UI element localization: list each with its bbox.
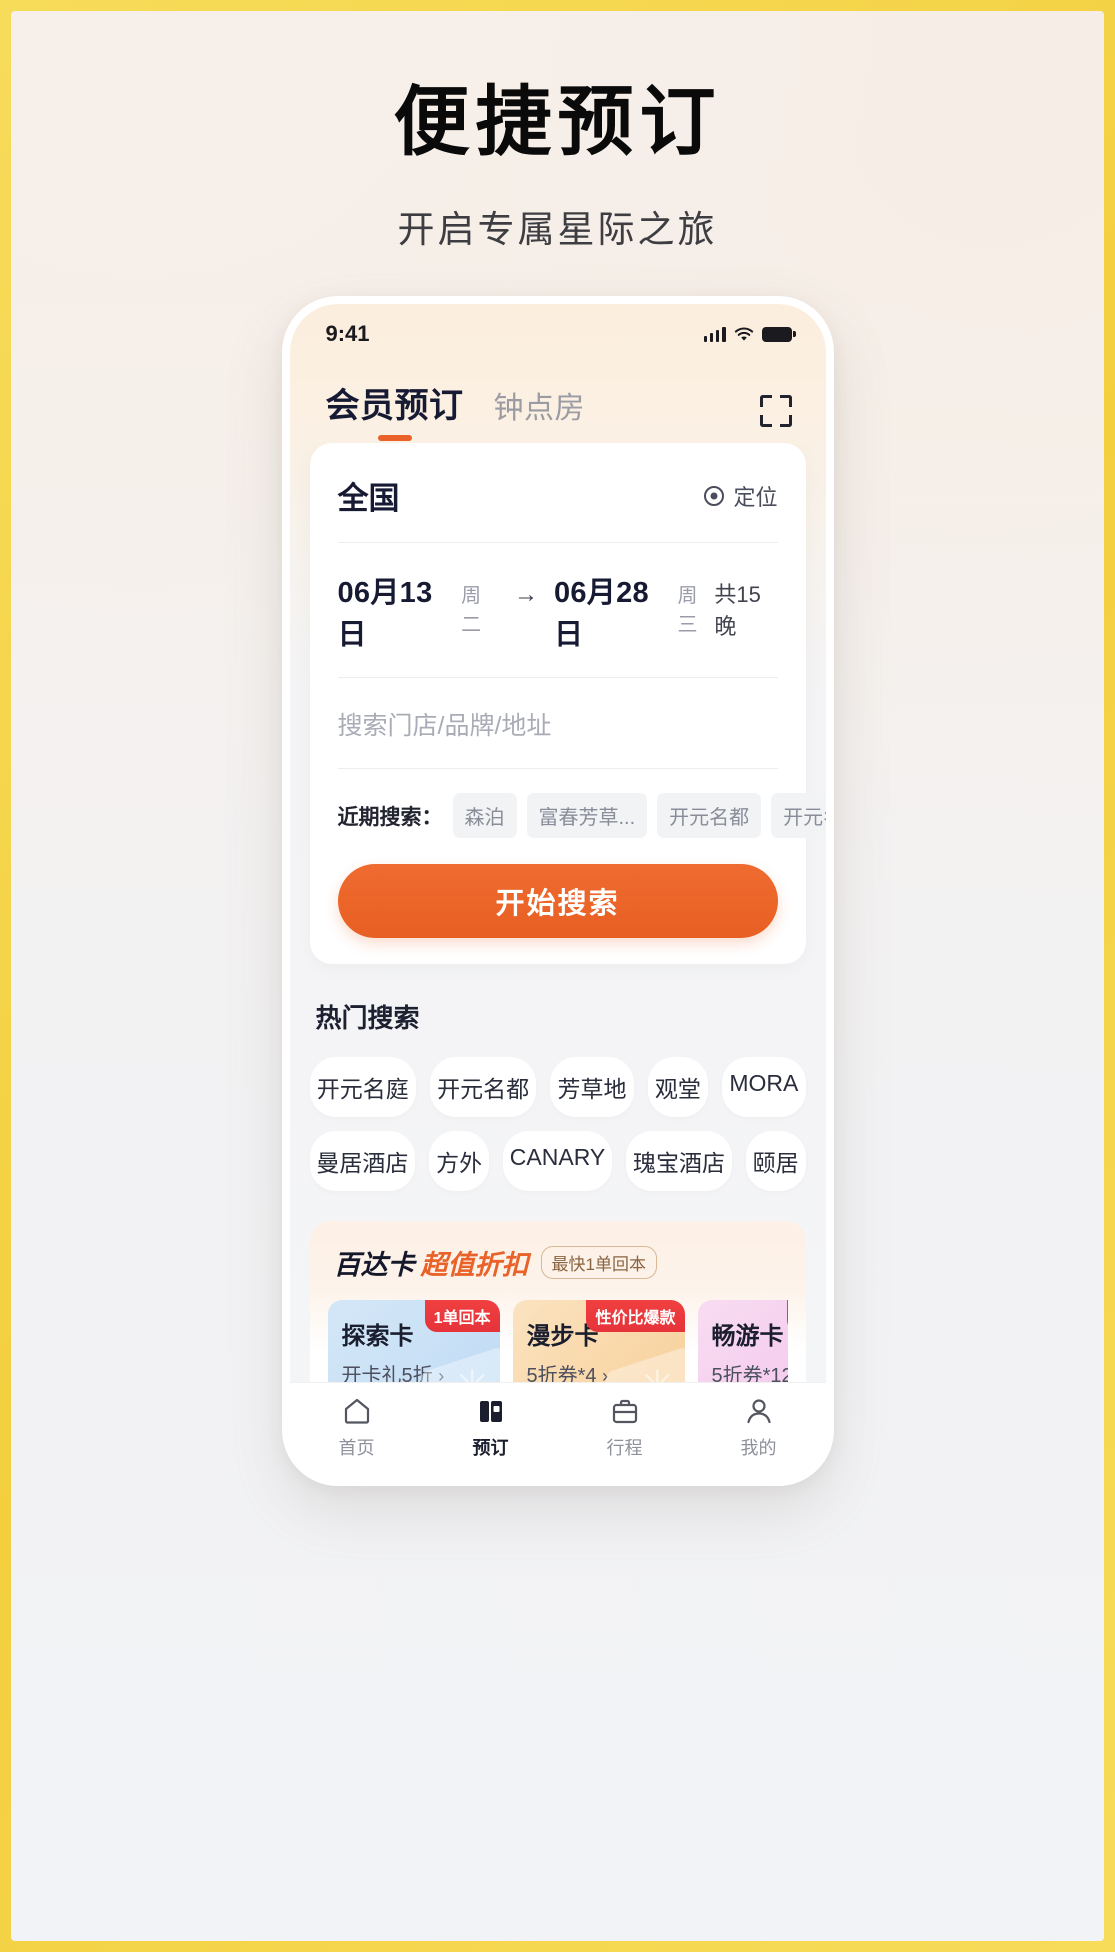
hot-chip[interactable]: CANARY bbox=[502, 1131, 613, 1191]
location-target-icon bbox=[704, 485, 725, 506]
hot-chip[interactable]: 开元名都 bbox=[429, 1057, 537, 1117]
phone-mockup: 9:41 会员预订 钟点房 全国 定位 06月13日 周二 → 06月28日 周… bbox=[281, 296, 834, 1486]
recent-search-label: 近期搜索： bbox=[337, 805, 443, 829]
promo-tag: 最快1单回本 bbox=[540, 1246, 657, 1279]
search-input-placeholder[interactable]: 搜索门店/品牌/地址 bbox=[338, 706, 778, 742]
signal-bars-icon bbox=[703, 326, 726, 342]
promo-header: 百达卡 超值折扣 最快1单回本 bbox=[328, 1243, 788, 1282]
nav-label: 预订 bbox=[472, 1438, 509, 1458]
tab-bar: 会员预订 钟点房 bbox=[290, 364, 826, 443]
promo-card: 百达卡 超值折扣 最快1单回本 1单回本 探索卡 开卡礼5折 › 性价比爆款 漫… bbox=[309, 1221, 806, 1382]
keyword-search-row[interactable]: 搜索门店/品牌/地址 bbox=[337, 678, 778, 769]
status-bar: 9:41 bbox=[290, 304, 826, 364]
tab-hourly-room[interactable]: 钟点房 bbox=[494, 383, 586, 443]
status-time: 9:41 bbox=[325, 321, 370, 346]
checkin-date[interactable]: 06月13日 bbox=[338, 569, 453, 653]
page-title: 便捷预订 bbox=[393, 80, 722, 165]
recent-chip[interactable]: 开元名都 bbox=[657, 793, 762, 838]
poster-frame: 便捷预订 开启专属星际之旅 9:41 会员预订 钟点房 全国 定位 06月13日… bbox=[0, 0, 1115, 1952]
hot-chip[interactable]: 方外 bbox=[429, 1131, 489, 1191]
promo-title-brand: 百达卡 bbox=[333, 1250, 415, 1280]
city-row[interactable]: 全国 定位 bbox=[337, 447, 778, 543]
recent-chip[interactable]: 开元名庭 bbox=[771, 793, 826, 838]
start-search-button[interactable]: 开始搜索 bbox=[337, 864, 778, 938]
locate-button[interactable]: 定位 bbox=[704, 480, 778, 512]
nav-label: 首页 bbox=[338, 1438, 375, 1458]
hot-chip[interactable]: 曼居酒店 bbox=[309, 1131, 416, 1191]
booking-icon bbox=[475, 1395, 507, 1427]
trip-bag-icon bbox=[609, 1395, 641, 1427]
nav-label: 我的 bbox=[740, 1438, 777, 1458]
screen-body: 全国 定位 06月13日 周二 → 06月28日 周三 共15晚 搜索门店/品牌… bbox=[290, 443, 826, 1382]
poster-page: 便捷预订 开启专属星际之旅 9:41 会员预订 钟点房 全国 定位 06月13日… bbox=[11, 11, 1104, 1941]
promo-name: 畅游卡 bbox=[711, 1323, 784, 1350]
date-arrow-icon: → bbox=[513, 581, 538, 608]
hot-chip[interactable]: 芳草地 bbox=[550, 1057, 634, 1117]
promo-item[interactable]: 越住越省 畅游卡 5折券*12 › ✳ bbox=[697, 1300, 788, 1382]
promo-item[interactable]: 性价比爆款 漫步卡 5折券*4 › ✳ bbox=[512, 1300, 685, 1382]
promo-badge: 性价比爆款 bbox=[586, 1300, 685, 1332]
checkout-weekday: 周三 bbox=[677, 585, 698, 636]
locate-label: 定位 bbox=[733, 484, 778, 510]
nav-item-booking[interactable]: 预订 bbox=[446, 1395, 536, 1460]
scan-code-icon[interactable] bbox=[759, 395, 792, 427]
home-icon bbox=[341, 1395, 373, 1427]
checkout-date[interactable]: 06月28日 bbox=[554, 569, 669, 653]
nav-label: 行程 bbox=[606, 1438, 643, 1458]
promo-item[interactable]: 1单回本 探索卡 开卡礼5折 › ✳ bbox=[327, 1300, 500, 1382]
hot-chip[interactable]: 开元名庭 bbox=[309, 1057, 416, 1117]
nav-item-profile[interactable]: 我的 bbox=[714, 1395, 804, 1460]
wifi-icon bbox=[734, 327, 754, 342]
tab-member-booking[interactable]: 会员预订 bbox=[326, 378, 464, 443]
sparkle-icon: ✳ bbox=[638, 1364, 677, 1382]
sparkle-icon: ✳ bbox=[453, 1364, 492, 1382]
recent-search-row: 近期搜索： 森泊 富春芳草... 开元名都 开元名庭 bbox=[337, 769, 826, 838]
user-profile-icon bbox=[743, 1395, 775, 1427]
recent-chip[interactable]: 富春芳草... bbox=[526, 793, 648, 838]
date-range-row[interactable]: 06月13日 周二 → 06月28日 周三 共15晚 bbox=[337, 543, 778, 678]
nav-item-home[interactable]: 首页 bbox=[312, 1395, 402, 1460]
hot-chip[interactable]: MORA bbox=[722, 1057, 806, 1117]
nights-count: 共15晚 bbox=[714, 582, 761, 639]
hot-search-title: 热门搜索 bbox=[315, 1003, 420, 1033]
hero-section: 便捷预订 开启专属星际之旅 bbox=[11, 11, 1104, 253]
battery-icon bbox=[761, 326, 796, 342]
hot-chip[interactable]: 瑰宝酒店 bbox=[626, 1131, 732, 1191]
page-subtitle: 开启专属星际之旅 bbox=[397, 209, 718, 250]
promo-title-offer: 超值折扣 bbox=[420, 1250, 529, 1280]
phone-screen: 9:41 会员预订 钟点房 全国 定位 06月13日 周二 → 06月28日 周… bbox=[289, 304, 826, 1478]
hot-search-row: 开元名庭 开元名都 芳草地 观堂 MORA bbox=[309, 1057, 806, 1117]
checkin-weekday: 周二 bbox=[461, 585, 482, 636]
selected-city[interactable]: 全国 bbox=[338, 473, 400, 518]
status-icons bbox=[703, 326, 796, 342]
promo-desc: 5折券*12 › bbox=[711, 1365, 788, 1382]
bottom-nav: 首页 预订 行程 我的 bbox=[289, 1382, 826, 1478]
promo-card-list: 1单回本 探索卡 开卡礼5折 › ✳ 性价比爆款 漫步卡 5折券*4 › bbox=[327, 1300, 788, 1382]
phone-frame: 9:41 会员预订 钟点房 全国 定位 06月13日 周二 → 06月28日 周… bbox=[281, 296, 834, 1486]
recent-chip[interactable]: 森泊 bbox=[452, 793, 517, 838]
hot-chip[interactable]: 观堂 bbox=[647, 1057, 709, 1117]
promo-badge: 1单回本 bbox=[424, 1300, 500, 1332]
nav-item-trip[interactable]: 行程 bbox=[580, 1395, 670, 1460]
hot-search-chips: 开元名庭 开元名都 芳草地 观堂 MORA 曼居酒店 方外 CANARY 瑰宝酒… bbox=[309, 1057, 806, 1191]
hot-search-row: 曼居酒店 方外 CANARY 瑰宝酒店 颐居 bbox=[309, 1131, 806, 1191]
hot-chip[interactable]: 颐居 bbox=[745, 1131, 806, 1191]
search-card: 全国 定位 06月13日 周二 → 06月28日 周三 共15晚 搜索门店/品牌… bbox=[309, 443, 826, 964]
